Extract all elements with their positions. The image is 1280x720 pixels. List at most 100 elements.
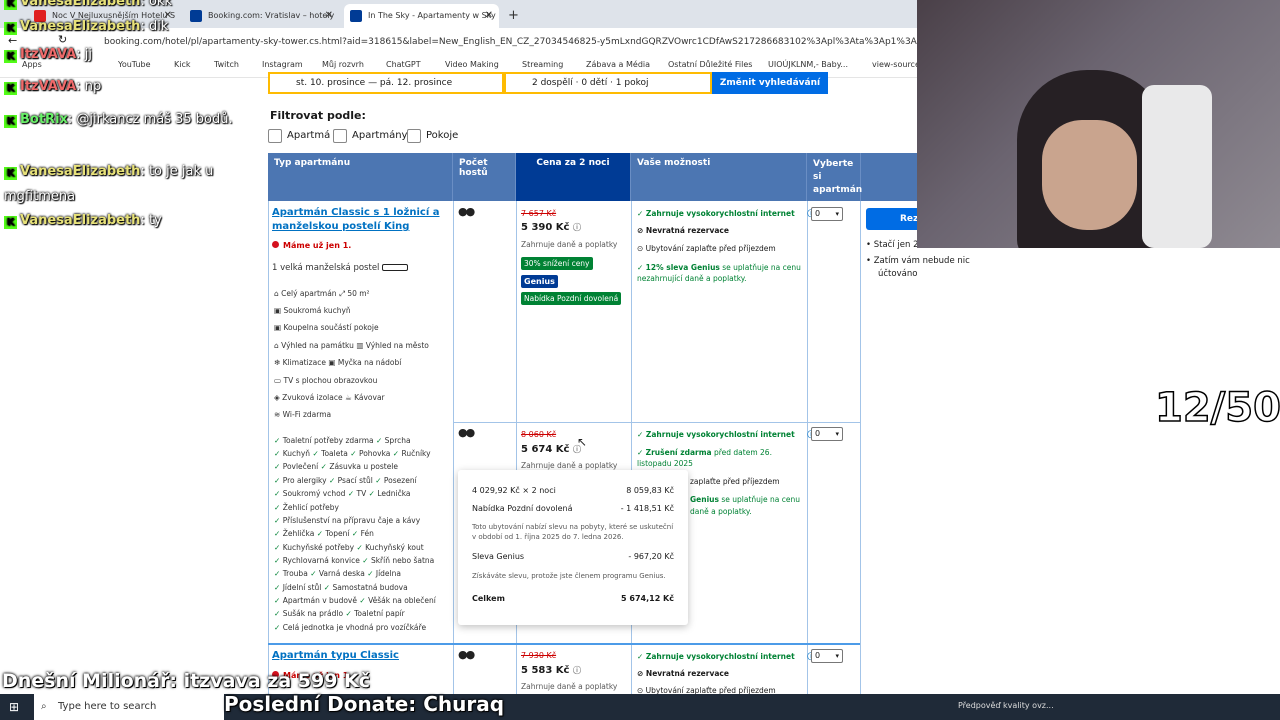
grid-line bbox=[268, 201, 269, 694]
option-label: Ubytování zaplaťte před příjezdem bbox=[645, 244, 776, 253]
bookmark-twitch[interactable]: Twitch bbox=[214, 60, 239, 69]
taskbar-search[interactable]: ⌕ Type here to search bbox=[34, 694, 224, 720]
header-select: Vyberte si apartmán bbox=[807, 153, 862, 201]
close-icon[interactable]: ✕ bbox=[325, 4, 333, 28]
bullet-text: účtováno bbox=[878, 269, 918, 279]
feature-label: Myčka na nádobí bbox=[337, 358, 402, 367]
windows-icon[interactable]: ⊞ bbox=[9, 700, 19, 714]
weather-notification[interactable]: Předpověď kvality ovz... bbox=[958, 701, 1054, 710]
feature-label: 50 m² bbox=[347, 289, 370, 298]
tab-3[interactable]: In The Sky - Apartamenty w Sky ✕ bbox=[344, 4, 499, 28]
select-value: 0 bbox=[815, 651, 821, 660]
header-room-type: Typ apartmánu bbox=[268, 153, 453, 201]
feature-label: Kávovar bbox=[354, 393, 385, 402]
dates-field[interactable]: st. 10. prosince — pá. 12. prosince bbox=[268, 72, 504, 94]
bookmark-chatgpt[interactable]: ChatGPT bbox=[386, 60, 421, 69]
webcam-feed bbox=[917, 0, 1280, 248]
bookmark-kick[interactable]: Kick bbox=[174, 60, 191, 69]
price-value: 5 583 Kč bbox=[521, 665, 570, 676]
amenity: Soukromý vchod bbox=[282, 489, 346, 498]
feature-label: Zvuková izolace bbox=[282, 393, 343, 402]
amenity: Zásuvka u postele bbox=[329, 462, 398, 471]
option-label: Genius bbox=[690, 495, 719, 504]
chat-text: : okk bbox=[140, 0, 172, 9]
search-placeholder: Type here to search bbox=[58, 701, 157, 712]
change-search-button[interactable]: Změnit vyhledávání bbox=[712, 72, 828, 94]
dishwasher-icon: ▣ bbox=[328, 358, 338, 367]
filter-pokoje[interactable]: Pokoje bbox=[407, 129, 458, 143]
amenity-row: ✓ Jídelní stůl ✓ Samostatná budova bbox=[274, 583, 408, 592]
tab-2[interactable]: Booking.com: Vratislav – hotely ✕ bbox=[184, 4, 339, 28]
bookmark-zabava[interactable]: Zábava a Média bbox=[586, 60, 650, 69]
room-select[interactable]: 0 ▾ bbox=[811, 207, 843, 221]
bookmark-instagram[interactable]: Instagram bbox=[262, 60, 303, 69]
option-genius-detail: daně a poplatky. bbox=[690, 507, 752, 516]
amenity: Kuchyňský kout bbox=[365, 543, 424, 552]
amenity: Pro alergiky bbox=[282, 476, 327, 485]
chat-text: : np bbox=[76, 79, 102, 94]
chat-user: ItzVAVA bbox=[20, 47, 77, 62]
new-tab-button[interactable]: + bbox=[502, 4, 526, 28]
popup-label: Sleva Genius bbox=[472, 552, 525, 561]
bookmark-youtube[interactable]: YouTube bbox=[118, 60, 151, 69]
amenity: Jídelna bbox=[375, 569, 401, 578]
grid-line bbox=[807, 201, 808, 694]
amenity: Kuchyň bbox=[282, 449, 311, 458]
chat-text: : jj bbox=[76, 47, 92, 62]
bookmark-video[interactable]: Video Making bbox=[445, 60, 499, 69]
amenity: Toaleta bbox=[321, 449, 348, 458]
popup-row: Nabídka Pozdní dovolená - 1 418,51 Kč bbox=[472, 504, 674, 513]
mouse-cursor-icon: ↖ bbox=[577, 435, 588, 449]
room-title[interactable]: Apartmán Classic s 1 ložnicí a manželsko… bbox=[272, 206, 442, 234]
room-title[interactable]: Apartmán typu Classic bbox=[272, 649, 447, 663]
guests-field[interactable]: 2 dospělí · 0 dětí · 1 pokoj bbox=[504, 72, 712, 94]
option-genius: Genius se uplatňuje na cenu bbox=[690, 495, 800, 504]
url-field[interactable]: booking.com/hotel/pl/apartamenty-sky-tow… bbox=[80, 32, 917, 52]
late-deal-badge: Nabídka Pozdní dovolená bbox=[521, 292, 622, 305]
bookmark-ostatni[interactable]: Ostatní Důležité Files bbox=[668, 60, 752, 69]
bookmark-baby[interactable]: UIOÚJKLNM,- Baby... bbox=[768, 60, 848, 69]
back-icon[interactable]: ← bbox=[8, 34, 17, 47]
grid-line bbox=[453, 422, 860, 423]
old-price: 7 657 Kč bbox=[521, 209, 557, 218]
bookmark-streaming[interactable]: Streaming bbox=[522, 60, 563, 69]
close-icon[interactable]: ✕ bbox=[485, 4, 493, 28]
option-internet: ✓ Zahrnuje vysokorychlostní internet ⓘ bbox=[637, 429, 815, 440]
option-label: Nevratná rezervace bbox=[645, 669, 729, 678]
price-included: Zahrnuje daně a poplatky bbox=[521, 682, 618, 691]
bookmark-view-source[interactable]: view-source: bbox=[872, 60, 923, 69]
popup-label: 4 029,92 Kč × 2 noci bbox=[472, 486, 556, 495]
amenity: Žehlička bbox=[282, 529, 315, 538]
amenity: Věšák na oblečení bbox=[368, 596, 436, 605]
filter-apartmany[interactable]: Apartmány bbox=[333, 129, 407, 143]
no-icon: ⊘ bbox=[637, 226, 644, 235]
popup-value: 5 674,12 Kč bbox=[621, 594, 674, 603]
amenity-row: ✓ Kuchyň ✓ Toaleta ✓ Pohovka ✓ Ručníky bbox=[274, 449, 431, 458]
info-icon[interactable]: ⓘ bbox=[573, 666, 581, 675]
amenity-row: ✓ Povlečení ✓ Zásuvka u postele bbox=[274, 462, 398, 471]
option-label: 12% sleva Genius bbox=[645, 263, 720, 272]
tab-3-label: In The Sky - Apartamenty w Sky bbox=[368, 11, 496, 20]
popup-value: 8 059,83 Kč bbox=[626, 486, 674, 495]
popup-row: 4 029,92 Kč × 2 noci 8 059,83 Kč bbox=[472, 486, 674, 495]
info-icon[interactable]: ⓘ bbox=[573, 223, 581, 232]
feature: ◈ Zvuková izolace ☕ Kávovar bbox=[274, 393, 385, 402]
price-included: Zahrnuje daně a poplatky bbox=[521, 461, 618, 470]
chat-message: K VanesaElizabeth: okk bbox=[4, 0, 172, 10]
price-value: 5 674 Kč bbox=[521, 444, 570, 455]
select-value: 0 bbox=[815, 209, 821, 218]
room-select[interactable]: 0 ▾ bbox=[811, 427, 843, 441]
amenity-row: ✓ Soukromý vchod ✓ TV ✓ Lednička bbox=[274, 489, 411, 498]
amenity: Varná deska bbox=[318, 569, 365, 578]
amenity: Sušák na prádlo bbox=[282, 609, 344, 618]
bullet-text: Zatím vám nebude nic bbox=[873, 256, 970, 266]
chat-message: K BotRix: @jirkancz máš 35 bodů. bbox=[4, 107, 279, 132]
booking-icon bbox=[190, 10, 202, 22]
room-select[interactable]: 0 ▾ bbox=[811, 649, 843, 663]
chat-message: K ItzVAVA: np bbox=[4, 79, 101, 95]
bookmark-rozvrh[interactable]: Můj rozvrh bbox=[322, 60, 364, 69]
kick-icon: K bbox=[4, 82, 17, 95]
people-icon: ●● bbox=[458, 205, 475, 218]
last-donate-banner: Poslední Donate: Churaq bbox=[224, 692, 505, 716]
option-genius: ✓ 12% sleva Genius se uplatňuje na cenu … bbox=[637, 263, 801, 283]
